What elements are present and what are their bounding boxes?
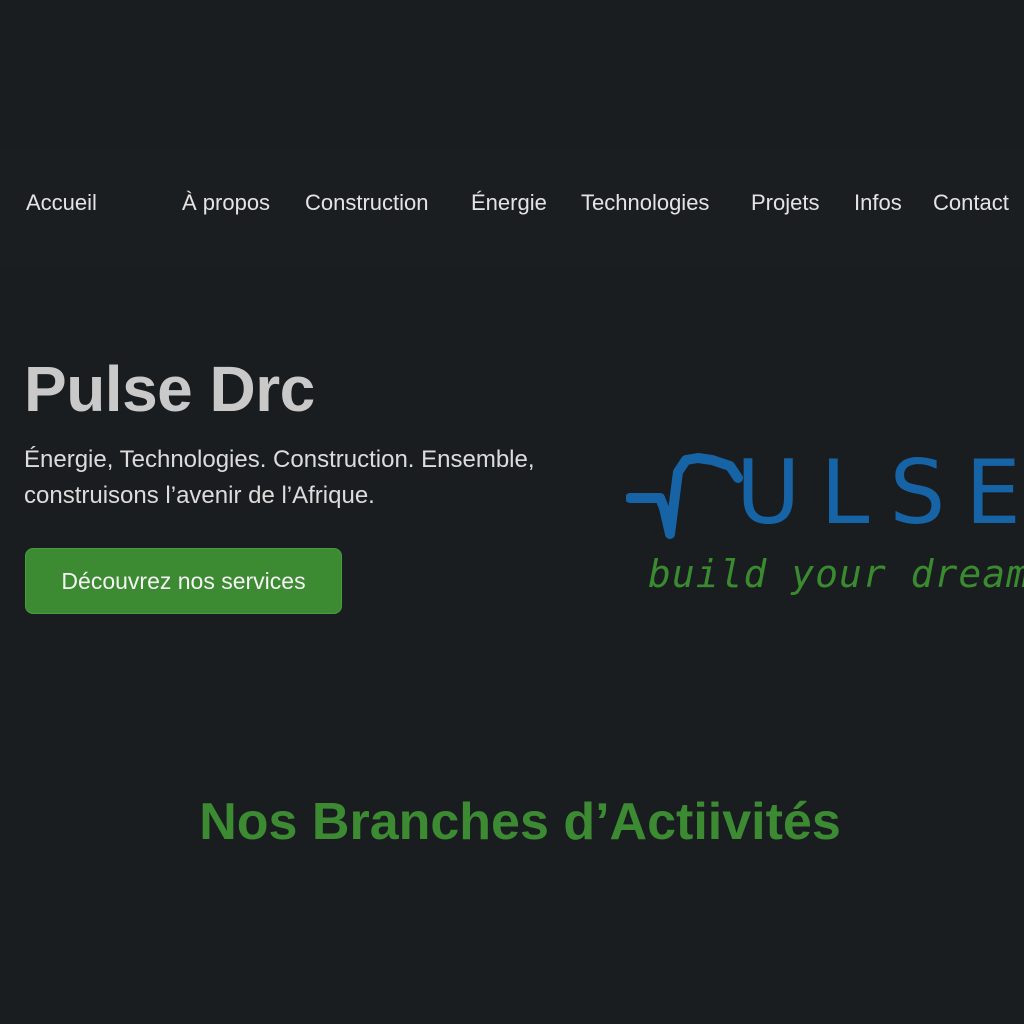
section-title: Nos Branches d’Actiivités xyxy=(199,793,841,851)
pulse-logo: ULSE build your dreams xyxy=(626,448,1024,608)
pulse-wave-icon xyxy=(626,453,743,539)
nav-item-energie[interactable]: Énergie xyxy=(471,186,547,220)
nav-item-construction[interactable]: Construction xyxy=(305,186,429,220)
nav-item-technologies[interactable]: Technologies xyxy=(581,186,709,220)
logo-wordmark: ULSE xyxy=(736,441,1024,544)
discover-services-button[interactable]: Découvrez nos services xyxy=(25,548,342,614)
bottom-spacer xyxy=(0,878,1024,1024)
hero-title: Pulse Drc xyxy=(24,353,315,425)
nav-item-a-propos[interactable]: À propos xyxy=(182,186,270,220)
hero-subtitle: Énergie, Technologies. Construction. Ens… xyxy=(24,446,535,509)
nav-item-accueil[interactable]: Accueil xyxy=(26,186,97,220)
nav-item-infos[interactable]: Infos xyxy=(854,186,902,220)
nav-item-contact[interactable]: Contact xyxy=(933,186,1009,220)
logo-tagline: build your dreams xyxy=(648,552,1024,596)
main-nav: Accueil À propos Construction Énergie Te… xyxy=(0,186,1024,222)
nav-item-projets[interactable]: Projets xyxy=(751,186,819,220)
top-spacer xyxy=(0,0,1024,148)
